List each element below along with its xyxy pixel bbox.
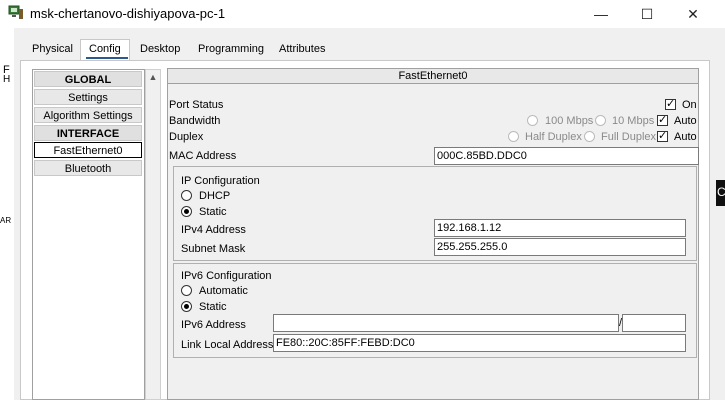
tab-desktop[interactable]: Desktop <box>140 40 180 60</box>
mac-address-label: MAC Address <box>169 150 237 162</box>
full-duplex-label: Full Duplex <box>601 131 657 143</box>
ipv6-address-field[interactable] <box>273 314 619 332</box>
duplex-label: Duplex <box>169 131 204 143</box>
bandwidth-10-radio[interactable] <box>595 115 606 126</box>
link-local-address-label: Link Local Address <box>181 339 274 351</box>
full-duplex-radio[interactable] <box>584 131 595 142</box>
background-text: C <box>717 185 725 199</box>
sidebar-item-settings[interactable]: Settings <box>34 89 142 105</box>
static-ipv6-label: Static <box>199 301 227 313</box>
half-duplex-radio[interactable] <box>508 131 519 142</box>
half-duplex-label: Half Duplex <box>525 131 582 143</box>
port-status-checkbox[interactable] <box>665 97 676 110</box>
packet-tracer-pc-icon <box>8 5 23 19</box>
automatic-ipv6-radio[interactable] <box>181 285 192 296</box>
background-right <box>712 28 725 400</box>
subnet-mask-label: Subnet Mask <box>181 243 246 255</box>
dhcp-label: DHCP <box>199 190 231 202</box>
link-local-address-field[interactable]: FE80::20C:85FF:FEBD:DC0 <box>273 334 686 352</box>
ipv6-config-title: IPv6 Configuration <box>181 270 272 282</box>
background-left: F H AR <box>0 28 14 400</box>
minimize-button[interactable]: — <box>578 0 624 28</box>
static-ipv4-label: Static <box>199 206 227 218</box>
tab-programming[interactable]: Programming <box>198 40 264 60</box>
tab-active-indicator <box>86 57 128 59</box>
mac-address-field[interactable]: 000C.85BD.DDC0 <box>434 147 699 165</box>
background-dark-block: C <box>716 180 725 206</box>
subnet-mask-field[interactable]: 255.255.255.0 <box>434 238 686 256</box>
duplex-auto-checkbox[interactable] <box>657 129 668 142</box>
sidebar-item-bluetooth[interactable]: Bluetooth <box>34 160 142 176</box>
bandwidth-100-radio[interactable] <box>527 115 538 126</box>
background-text: AR <box>0 216 12 225</box>
port-status-on-label: On <box>682 99 697 111</box>
sidebar-item-fastethernet0[interactable]: FastEthernet0 <box>34 142 142 158</box>
bandwidth-10-label: 10 Mbps <box>612 115 655 127</box>
static-ipv4-radio[interactable] <box>181 206 192 217</box>
sidebar-item-algorithm-settings[interactable]: Algorithm Settings <box>34 107 142 123</box>
bandwidth-100-label: 100 Mbps <box>545 115 594 127</box>
port-status-label: Port Status <box>169 99 224 111</box>
duplex-auto-label: Auto <box>674 131 697 143</box>
background-text: H <box>3 74 11 85</box>
scroll-up-arrow-icon[interactable]: ▲ <box>146 70 160 84</box>
ipv6-address-label: IPv6 Address <box>181 319 246 331</box>
ipv4-address-label: IPv4 Address <box>181 224 246 236</box>
tab-physical[interactable]: Physical <box>32 40 73 60</box>
title-bar: msk-chertanovo-dishiyapova-pc-1 — ☐ ✕ <box>0 0 725 28</box>
sidebar-header-interface: INTERFACE <box>34 125 142 141</box>
sidebar-header-global: GLOBAL <box>34 71 142 87</box>
ipv4-config-title: IP Configuration <box>181 175 260 187</box>
window-title: msk-chertanovo-dishiyapova-pc-1 <box>30 6 226 21</box>
bandwidth-label: Bandwidth <box>169 115 221 127</box>
ipv6-prefix-field[interactable] <box>622 314 686 332</box>
automatic-ipv6-label: Automatic <box>199 285 248 297</box>
close-button[interactable]: ✕ <box>670 0 716 28</box>
bandwidth-auto-label: Auto <box>674 115 697 127</box>
dhcp-radio[interactable] <box>181 190 192 201</box>
bandwidth-auto-checkbox[interactable] <box>657 113 668 126</box>
interface-title: FastEthernet0 <box>168 69 698 84</box>
tab-attributes[interactable]: Attributes <box>279 40 325 60</box>
ipv4-address-field[interactable]: 192.168.1.12 <box>434 219 686 237</box>
maximize-button[interactable]: ☐ <box>624 0 670 28</box>
static-ipv6-radio[interactable] <box>181 301 192 312</box>
sidebar-scrollbar[interactable] <box>145 69 161 400</box>
